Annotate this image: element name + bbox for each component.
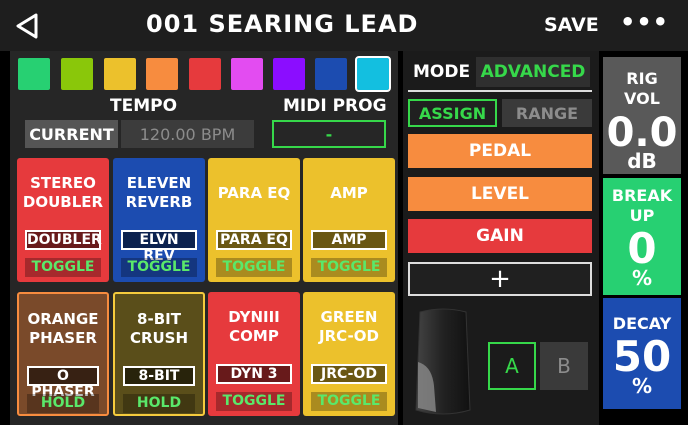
- footswitch-name: STEREO DOUBLER: [22, 174, 104, 211]
- mode-select[interactable]: ADVANCED: [476, 57, 590, 87]
- footswitch-action: HOLD: [123, 394, 195, 413]
- assign-pedal-button[interactable]: PEDAL: [408, 134, 592, 168]
- decay-knob[interactable]: DECAY 50 %: [603, 298, 681, 409]
- decay-title: DECAY: [612, 314, 672, 333]
- color-swatch-orange[interactable]: [146, 58, 178, 90]
- footswitch-name: GREEN JRC-OD: [319, 308, 379, 345]
- mode-label: MODE: [413, 62, 471, 82]
- footswitch-label: 8-BIT: [123, 366, 195, 386]
- footswitch-action: TOGGLE: [121, 258, 197, 277]
- footswitch-label: AMP: [311, 230, 387, 250]
- tempo-value-field[interactable]: 120.00 BPM: [121, 120, 254, 148]
- footswitch-8[interactable]: GREEN JRC-OD JRC-OD TOGGLE: [303, 292, 395, 416]
- color-swatch-magenta[interactable]: [231, 58, 263, 90]
- add-assignment-button[interactable]: +: [408, 262, 592, 296]
- midi-prog-field[interactable]: -: [272, 120, 386, 148]
- rig-volume-title: RIG VOL: [624, 69, 660, 108]
- footswitch-action: TOGGLE: [216, 258, 292, 277]
- footswitch-label: O PHASER: [27, 366, 99, 400]
- footswitch-label: JRC-OD: [311, 364, 387, 384]
- footswitch-action: HOLD: [27, 394, 99, 413]
- tempo-mode-button[interactable]: CURRENT: [25, 120, 118, 148]
- color-swatch-yellow[interactable]: [104, 58, 136, 90]
- pedal-a-button[interactable]: A: [488, 342, 536, 390]
- footswitch-action: TOGGLE: [311, 258, 387, 277]
- break-up-unit: %: [631, 266, 653, 290]
- footswitch-name: 8-BIT CRUSH: [129, 310, 189, 347]
- footswitch-1[interactable]: STEREO DOUBLER DOUBLER TOGGLE: [17, 158, 109, 282]
- midi-prog-label: MIDI PROG: [283, 96, 387, 116]
- footswitch-name: ORANGE PHASER: [27, 310, 99, 347]
- back-arrow-icon[interactable]: [14, 12, 40, 40]
- preset-title[interactable]: 001 SEARING LEAD: [146, 10, 418, 38]
- tempo-label: TEMPO: [110, 96, 178, 116]
- footswitch-name: ELEVEN REVERB: [125, 174, 193, 211]
- footswitch-label: DYN 3: [216, 364, 292, 384]
- footswitch-label: DOUBLER: [25, 230, 102, 250]
- footswitch-3[interactable]: PARA EQ PARA EQ TOGGLE: [208, 158, 300, 282]
- assign-gain-button[interactable]: GAIN: [408, 219, 592, 253]
- rig-volume-value: 0.0: [606, 110, 678, 156]
- footswitch-6[interactable]: 8-BIT CRUSH 8-BIT HOLD: [113, 292, 205, 416]
- footswitch-label: PARA EQ: [216, 230, 292, 250]
- color-swatch-purple[interactable]: [273, 58, 305, 90]
- divider: [408, 90, 592, 92]
- color-swatch-blue[interactable]: [315, 58, 347, 90]
- color-swatch-green[interactable]: [18, 58, 50, 90]
- rig-volume-knob[interactable]: RIG VOL 0.0 dB: [603, 57, 681, 174]
- more-options-icon[interactable]: •••: [620, 8, 669, 36]
- break-up-value: 0: [627, 224, 657, 273]
- footswitch-5[interactable]: ORANGE PHASER O PHASER HOLD: [17, 292, 109, 416]
- expression-pedal-icon[interactable]: [414, 306, 472, 418]
- save-button[interactable]: SAVE: [544, 14, 599, 36]
- pedal-b-button[interactable]: B: [540, 342, 588, 390]
- footswitch-action: TOGGLE: [311, 392, 387, 411]
- footswitch-4[interactable]: AMP AMP TOGGLE: [303, 158, 395, 282]
- assign-level-button[interactable]: LEVEL: [408, 177, 592, 211]
- footswitch-7[interactable]: DYNIII COMP DYN 3 TOGGLE: [208, 292, 300, 416]
- footswitch-action: TOGGLE: [216, 392, 292, 411]
- footswitch-action: TOGGLE: [25, 258, 101, 277]
- footswitch-label: ELVN REV: [121, 230, 197, 264]
- color-swatch-red[interactable]: [189, 58, 221, 90]
- color-swatch-lime[interactable]: [61, 58, 93, 90]
- tab-range[interactable]: RANGE: [502, 99, 592, 127]
- break-up-knob[interactable]: BREAK UP 0 %: [603, 178, 681, 295]
- footswitch-2[interactable]: ELEVEN REVERB ELVN REV TOGGLE: [113, 158, 205, 282]
- footswitch-name: AMP: [330, 184, 368, 202]
- tab-assign[interactable]: ASSIGN: [408, 99, 497, 127]
- decay-value: 50: [612, 332, 672, 381]
- break-up-title: BREAK UP: [611, 186, 673, 225]
- footswitch-name: PARA EQ: [217, 184, 291, 202]
- footswitch-name: DYNIII COMP: [228, 308, 280, 345]
- top-bar: 001 SEARING LEAD SAVE •••: [0, 0, 688, 51]
- color-swatch-cyan[interactable]: [355, 56, 391, 92]
